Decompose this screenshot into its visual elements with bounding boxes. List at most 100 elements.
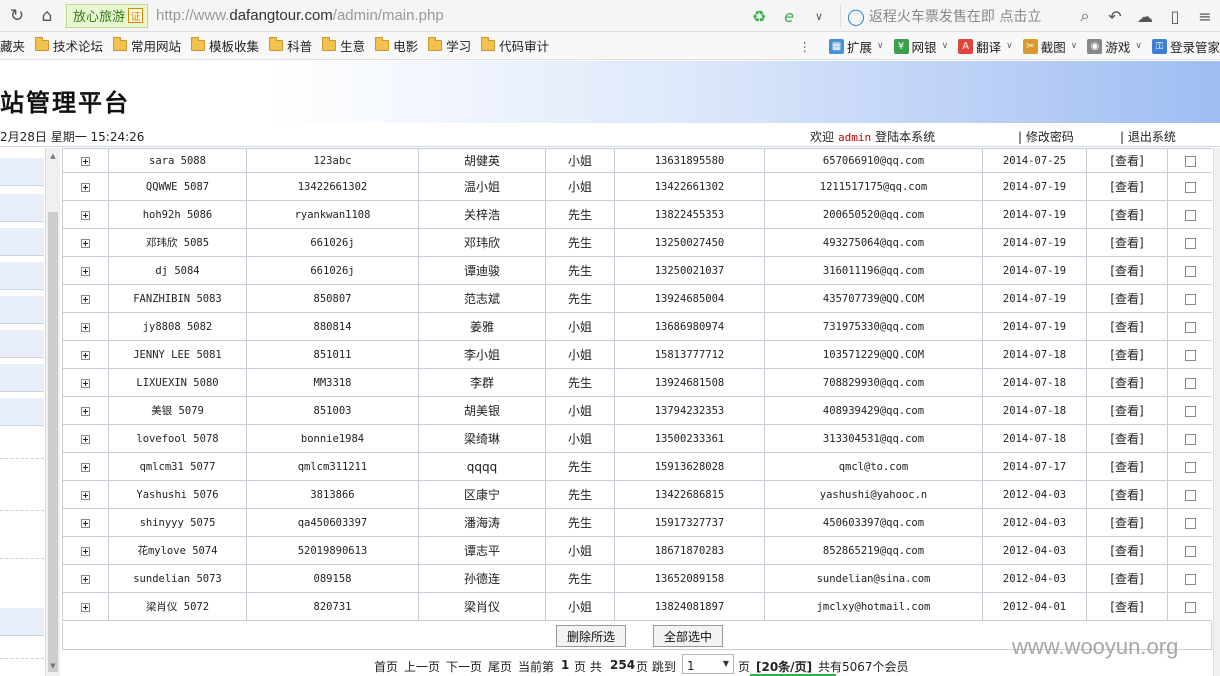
row-checkbox[interactable]: [1184, 461, 1196, 473]
view-link[interactable]: [查看]: [1110, 292, 1143, 306]
expand-icon[interactable]: [81, 182, 90, 192]
sidebar-item[interactable]: [0, 296, 44, 324]
expand-cell[interactable]: [62, 228, 109, 257]
view-link[interactable]: [查看]: [1110, 572, 1143, 586]
view-link[interactable]: [查看]: [1110, 236, 1143, 250]
expand-cell[interactable]: [62, 424, 109, 453]
sidebar-scrollbar[interactable]: ▲ ▼: [45, 148, 60, 676]
bookmark-folder[interactable]: 常用网站: [113, 36, 181, 55]
expand-icon[interactable]: [81, 378, 90, 388]
games-button[interactable]: ◉ 游戏 ∨: [1087, 37, 1142, 56]
view-link[interactable]: [查看]: [1110, 376, 1143, 390]
view-link[interactable]: [查看]: [1110, 600, 1143, 614]
expand-cell[interactable]: [62, 452, 109, 481]
change-password-link[interactable]: | 修改密码: [1018, 128, 1074, 145]
view-link[interactable]: [查看]: [1110, 544, 1143, 558]
row-checkbox[interactable]: [1184, 601, 1196, 613]
expand-cell[interactable]: [62, 368, 109, 397]
expand-icon[interactable]: [81, 602, 90, 612]
screenshot-button[interactable]: ✂ 截图 ∨: [1022, 37, 1077, 56]
scroll-up-icon[interactable]: ▲: [46, 150, 60, 162]
row-checkbox[interactable]: [1184, 405, 1196, 417]
expand-cell[interactable]: [62, 284, 109, 313]
expand-icon[interactable]: [81, 546, 90, 556]
expand-icon[interactable]: [81, 434, 90, 444]
sidebar-item[interactable]: [0, 608, 44, 636]
bookmark-folder[interactable]: 代码审计: [481, 36, 549, 55]
expand-cell[interactable]: [62, 340, 109, 369]
sidebar-item[interactable]: [0, 262, 44, 290]
view-link[interactable]: [查看]: [1110, 348, 1143, 362]
bookmark-favorites[interactable]: 藏夹: [0, 36, 25, 55]
expand-icon[interactable]: [81, 406, 90, 416]
last-page-link[interactable]: 尾页: [488, 658, 512, 675]
translate-button[interactable]: A 翻译 ∨: [958, 37, 1013, 56]
row-checkbox[interactable]: [1184, 237, 1196, 249]
next-page-link[interactable]: 下一页: [446, 658, 482, 675]
login-manager-button[interactable]: ⚿ 登录管家: [1151, 37, 1220, 56]
scroll-down-icon[interactable]: ▼: [46, 660, 60, 672]
expand-cell[interactable]: [62, 172, 109, 201]
logout-link[interactable]: | 退出系统: [1120, 128, 1176, 145]
expand-cell[interactable]: [62, 312, 109, 341]
home-icon[interactable]: ⌂: [34, 4, 60, 28]
expand-icon[interactable]: [81, 266, 90, 276]
bookmark-folder[interactable]: 电影: [375, 36, 418, 55]
expand-icon[interactable]: [81, 574, 90, 584]
sidebar-item[interactable]: [0, 364, 44, 392]
expand-cell[interactable]: [62, 564, 109, 593]
scrollbar-thumb[interactable]: [48, 212, 58, 672]
bookmark-folder[interactable]: 学习: [428, 36, 471, 55]
row-checkbox[interactable]: [1184, 377, 1196, 389]
view-link[interactable]: [查看]: [1110, 404, 1143, 418]
site-safety-badge[interactable]: 放心旅游 证: [66, 3, 149, 28]
expand-icon[interactable]: [81, 210, 90, 220]
expand-cell[interactable]: [62, 396, 109, 425]
ie-icon[interactable]: e: [777, 4, 801, 28]
view-link[interactable]: [查看]: [1110, 154, 1143, 168]
row-checkbox[interactable]: [1184, 545, 1196, 557]
extensions-button[interactable]: ▦ 扩展 ∨: [828, 37, 884, 56]
row-checkbox[interactable]: [1184, 321, 1196, 333]
row-checkbox[interactable]: [1184, 209, 1196, 221]
chevron-down-icon[interactable]: ∨: [807, 4, 831, 28]
url-field[interactable]: http://www.dafangtour.com/admin/main.php: [156, 7, 444, 24]
expand-cell[interactable]: [62, 148, 109, 173]
view-link[interactable]: [查看]: [1110, 180, 1143, 194]
view-link[interactable]: [查看]: [1110, 320, 1143, 334]
expand-cell[interactable]: [62, 592, 109, 621]
sidebar-item[interactable]: [0, 330, 44, 358]
row-checkbox[interactable]: [1184, 489, 1196, 501]
bookmark-folder[interactable]: 科普: [269, 36, 312, 55]
expand-icon[interactable]: [81, 518, 90, 528]
expand-icon[interactable]: [81, 462, 90, 472]
undo-icon[interactable]: ↶: [1103, 4, 1127, 28]
search-input[interactable]: ◯ 返程火车票发售在即 点击立: [840, 4, 1070, 28]
expand-cell[interactable]: [62, 200, 109, 229]
row-checkbox[interactable]: [1184, 155, 1196, 167]
row-checkbox[interactable]: [1184, 293, 1196, 305]
reload-icon[interactable]: ↻: [4, 4, 30, 28]
sidebar-item[interactable]: [0, 228, 44, 256]
expand-icon[interactable]: [81, 350, 90, 360]
cloud-icon[interactable]: ☁: [1133, 4, 1157, 28]
search-icon[interactable]: ⌕: [1073, 4, 1097, 28]
view-link[interactable]: [查看]: [1110, 432, 1143, 446]
view-link[interactable]: [查看]: [1110, 460, 1143, 474]
netbank-button[interactable]: ¥ 网银 ∨: [893, 37, 948, 56]
expand-icon[interactable]: [81, 490, 90, 500]
page-jump-select[interactable]: 1 ▼: [682, 654, 734, 674]
first-page-link[interactable]: 首页: [374, 658, 398, 675]
row-checkbox[interactable]: [1184, 181, 1196, 193]
expand-icon[interactable]: [81, 322, 90, 332]
sidebar-item[interactable]: [0, 194, 44, 222]
recycle-icon[interactable]: ♻: [747, 4, 771, 28]
prev-page-link[interactable]: 上一页: [404, 658, 440, 675]
row-checkbox[interactable]: [1184, 517, 1196, 529]
view-link[interactable]: [查看]: [1110, 208, 1143, 222]
sidebar-item[interactable]: [0, 398, 44, 426]
row-checkbox[interactable]: [1184, 265, 1196, 277]
expand-icon[interactable]: [81, 156, 90, 166]
bookmark-folder[interactable]: 生意: [322, 36, 365, 55]
row-checkbox[interactable]: [1184, 573, 1196, 585]
